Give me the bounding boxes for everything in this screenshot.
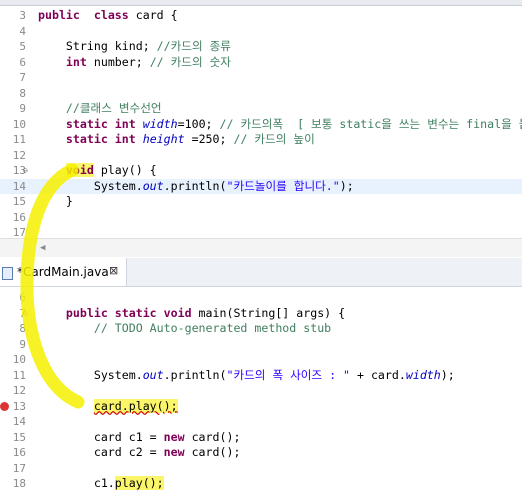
code-line[interactable]: 16 <box>0 210 522 225</box>
line-number: 3 <box>19 9 26 22</box>
tab-cardmain-java[interactable]: *CardMain.java ⊠ <box>0 258 127 286</box>
line-number: 11 <box>12 133 26 146</box>
line-number: 17 <box>12 226 26 238</box>
code-line[interactable]: 15 card c1 = new card(); <box>0 430 522 445</box>
line-number: 8 <box>19 322 26 335</box>
code-text: card c2 = new card(); <box>38 445 241 459</box>
code-text: card c1 = new card(); <box>38 429 241 444</box>
code-line[interactable]: 9 <box>0 337 522 352</box>
line-number: 10 <box>12 353 26 366</box>
fold-toggle-icon[interactable]: ⊖ <box>23 163 28 178</box>
code-line[interactable]: 13 card.play(); <box>0 398 522 414</box>
code-line[interactable]: 9 //클래스 변수선언 <box>0 101 522 116</box>
code-text: void play() { <box>65 163 157 177</box>
code-line[interactable]: 3 public class card { <box>0 8 522 23</box>
code-line[interactable]: 17 <box>0 225 522 238</box>
code-line[interactable]: 8 // TODO Auto-generated method stub <box>0 321 522 336</box>
line-number: 6 <box>19 55 26 69</box>
code-line[interactable]: 4 <box>0 24 522 39</box>
code-line[interactable]: 11 System.out.println("카드의 폭 사이즈 : " + c… <box>0 368 522 383</box>
code-text: card.play(); <box>93 398 178 413</box>
code-line[interactable]: 6 <box>0 290 522 305</box>
code-line[interactable]: 12 <box>0 383 522 398</box>
error-marker-icon[interactable] <box>0 401 9 411</box>
line-number: 14 <box>12 179 26 193</box>
line-number: 5 <box>19 40 26 53</box>
code-text: int number; // 카드의 숫자 <box>65 54 231 69</box>
line-number: 4 <box>19 24 26 38</box>
code-text: public static void main(String[] args) { <box>65 305 346 320</box>
code-line[interactable]: 6 int number; // 카드의 숫자 <box>0 55 522 70</box>
line-number: 17 <box>12 461 26 475</box>
code-line[interactable]: 10 <box>0 352 522 367</box>
code-line[interactable]: 8 <box>0 86 522 101</box>
editor-card-java[interactable]: 3 public class card {4 5 String kind; //카드… <box>0 6 522 238</box>
line-number: 11 <box>12 368 26 382</box>
code-text: static int height =250; // 카드의 높이 <box>65 132 315 146</box>
code-line[interactable]: 13 ⊖ void play() { <box>0 163 522 178</box>
line-number: 8 <box>19 86 26 100</box>
line-number: 12 <box>12 384 26 397</box>
code-line[interactable]: 14 <box>0 414 522 429</box>
code-line[interactable]: 16 card c2 = new card(); <box>0 445 522 460</box>
code-line[interactable]: 5 String kind; //카드의 종류 <box>0 39 522 54</box>
code-line[interactable]: 10 static int width=100; // 카드의폭 [ 보통 st… <box>0 117 522 132</box>
code-line[interactable]: 12 <box>0 148 522 163</box>
code-text: static int width=100; // 카드의폭 [ 보통 stati… <box>65 116 522 131</box>
code-text: c1.play(); <box>38 476 164 490</box>
code-text: System.out.println("카드의 폭 사이즈 : " + card… <box>38 367 455 382</box>
line-number: 16 <box>12 210 26 224</box>
line-number: 15 <box>12 195 26 208</box>
code-line[interactable]: 14 System.out.println("카드놀이를 합니다."); <box>0 178 522 194</box>
editor-tab-bar: *CardMain.java ⊠ <box>0 258 522 287</box>
code-text: String kind; //카드의 종류 <box>38 39 231 53</box>
line-number: 14 <box>12 415 26 428</box>
line-number: 12 <box>12 148 26 162</box>
code-text: } <box>38 194 73 208</box>
java-file-icon <box>2 267 13 280</box>
close-icon[interactable]: ⊠ <box>109 264 118 277</box>
fold-toggle-icon[interactable]: ⊖ <box>23 306 28 321</box>
code-text: public class card { <box>38 8 178 22</box>
code-line[interactable]: 15 } <box>0 194 522 209</box>
line-number: 18 <box>12 477 26 490</box>
line-number: 10 <box>12 117 26 131</box>
tab-label: *CardMain.java <box>17 265 109 279</box>
code-text: // TODO Auto-generated method stub <box>93 321 332 335</box>
scroll-left-icon[interactable]: ◀ <box>40 243 45 253</box>
code-line[interactable]: 7 <box>0 70 522 85</box>
line-number: 9 <box>19 102 26 115</box>
code-line[interactable]: 17 <box>0 461 522 476</box>
code-line[interactable]: 11 static int height =250; // 카드의 높이 <box>0 132 522 147</box>
code-line[interactable]: 18 c1.play(); <box>0 476 522 491</box>
code-text: //클래스 변수선언 <box>65 101 162 115</box>
line-number: 9 <box>19 337 26 351</box>
line-number: 6 <box>19 291 26 304</box>
line-number: 16 <box>12 446 26 459</box>
editor-cardmain-java[interactable]: 6 7 ⊖ public static void main(String[] arg… <box>0 290 522 496</box>
code-text: System.out.println("카드놀이를 합니다."); <box>38 178 354 193</box>
line-number: 7 <box>19 71 26 84</box>
code-line[interactable]: 7 ⊖ public static void main(String[] args… <box>0 306 522 321</box>
horizontal-scrollbar[interactable]: ◀ <box>0 238 522 257</box>
line-number: 15 <box>12 430 26 444</box>
